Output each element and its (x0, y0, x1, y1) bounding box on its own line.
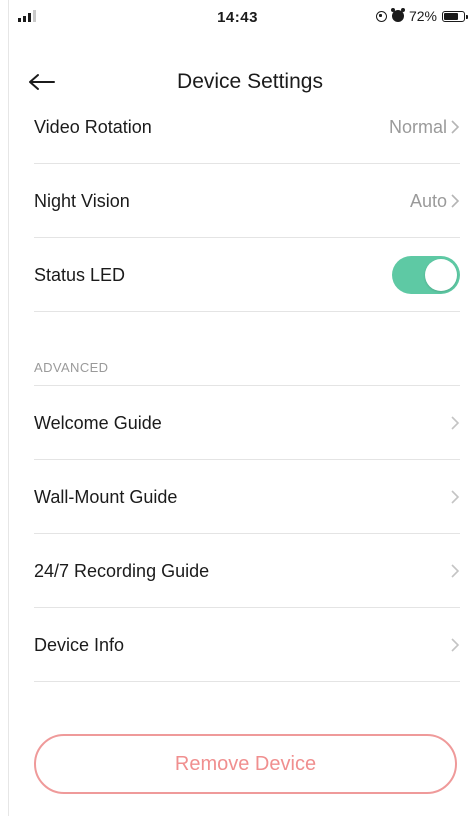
status-led-row: Status LED (34, 238, 460, 312)
device-info-row[interactable]: Device Info (34, 608, 460, 682)
battery-percent: 72% (408, 8, 437, 24)
remove-device-button[interactable]: Remove Device (34, 734, 457, 794)
welcome-guide-row[interactable]: Welcome Guide (34, 386, 460, 460)
wall-mount-guide-label: Wall-Mount Guide (34, 486, 178, 507)
chevron-right-icon (451, 564, 460, 578)
status-indicators: 72% (375, 8, 468, 24)
chevron-right-icon (451, 194, 460, 208)
night-vision-row[interactable]: Night Vision Auto (34, 164, 460, 238)
wall-mount-guide-row[interactable]: Wall-Mount Guide (34, 460, 460, 534)
battery-icon (442, 10, 468, 22)
video-rotation-value: Normal (388, 116, 447, 137)
chevron-right-icon (451, 490, 460, 504)
video-rotation-label: Video Rotation (34, 116, 152, 137)
recording-guide-label: 24/7 Recording Guide (34, 560, 210, 581)
status-led-toggle[interactable] (392, 256, 460, 294)
alarm-icon (390, 8, 405, 22)
status-bar: 14:43 72% (0, 0, 475, 36)
orientation-lock-icon (375, 10, 387, 22)
chevron-right-icon (451, 120, 460, 134)
welcome-guide-label: Welcome Guide (34, 412, 162, 433)
night-vision-label: Night Vision (34, 190, 130, 211)
night-vision-value: Auto (409, 190, 447, 211)
recording-guide-row[interactable]: 24/7 Recording Guide (34, 534, 460, 608)
chevron-right-icon (451, 416, 460, 430)
frame-edge (8, 0, 9, 816)
toggle-knob (425, 259, 457, 291)
video-rotation-row[interactable]: Video Rotation Normal (34, 90, 460, 164)
section-label-advanced: ADVANCED (34, 360, 109, 375)
divider (34, 311, 460, 312)
status-led-label: Status LED (34, 264, 126, 285)
divider (34, 681, 460, 682)
device-info-label: Device Info (34, 634, 125, 655)
chevron-right-icon (451, 638, 460, 652)
